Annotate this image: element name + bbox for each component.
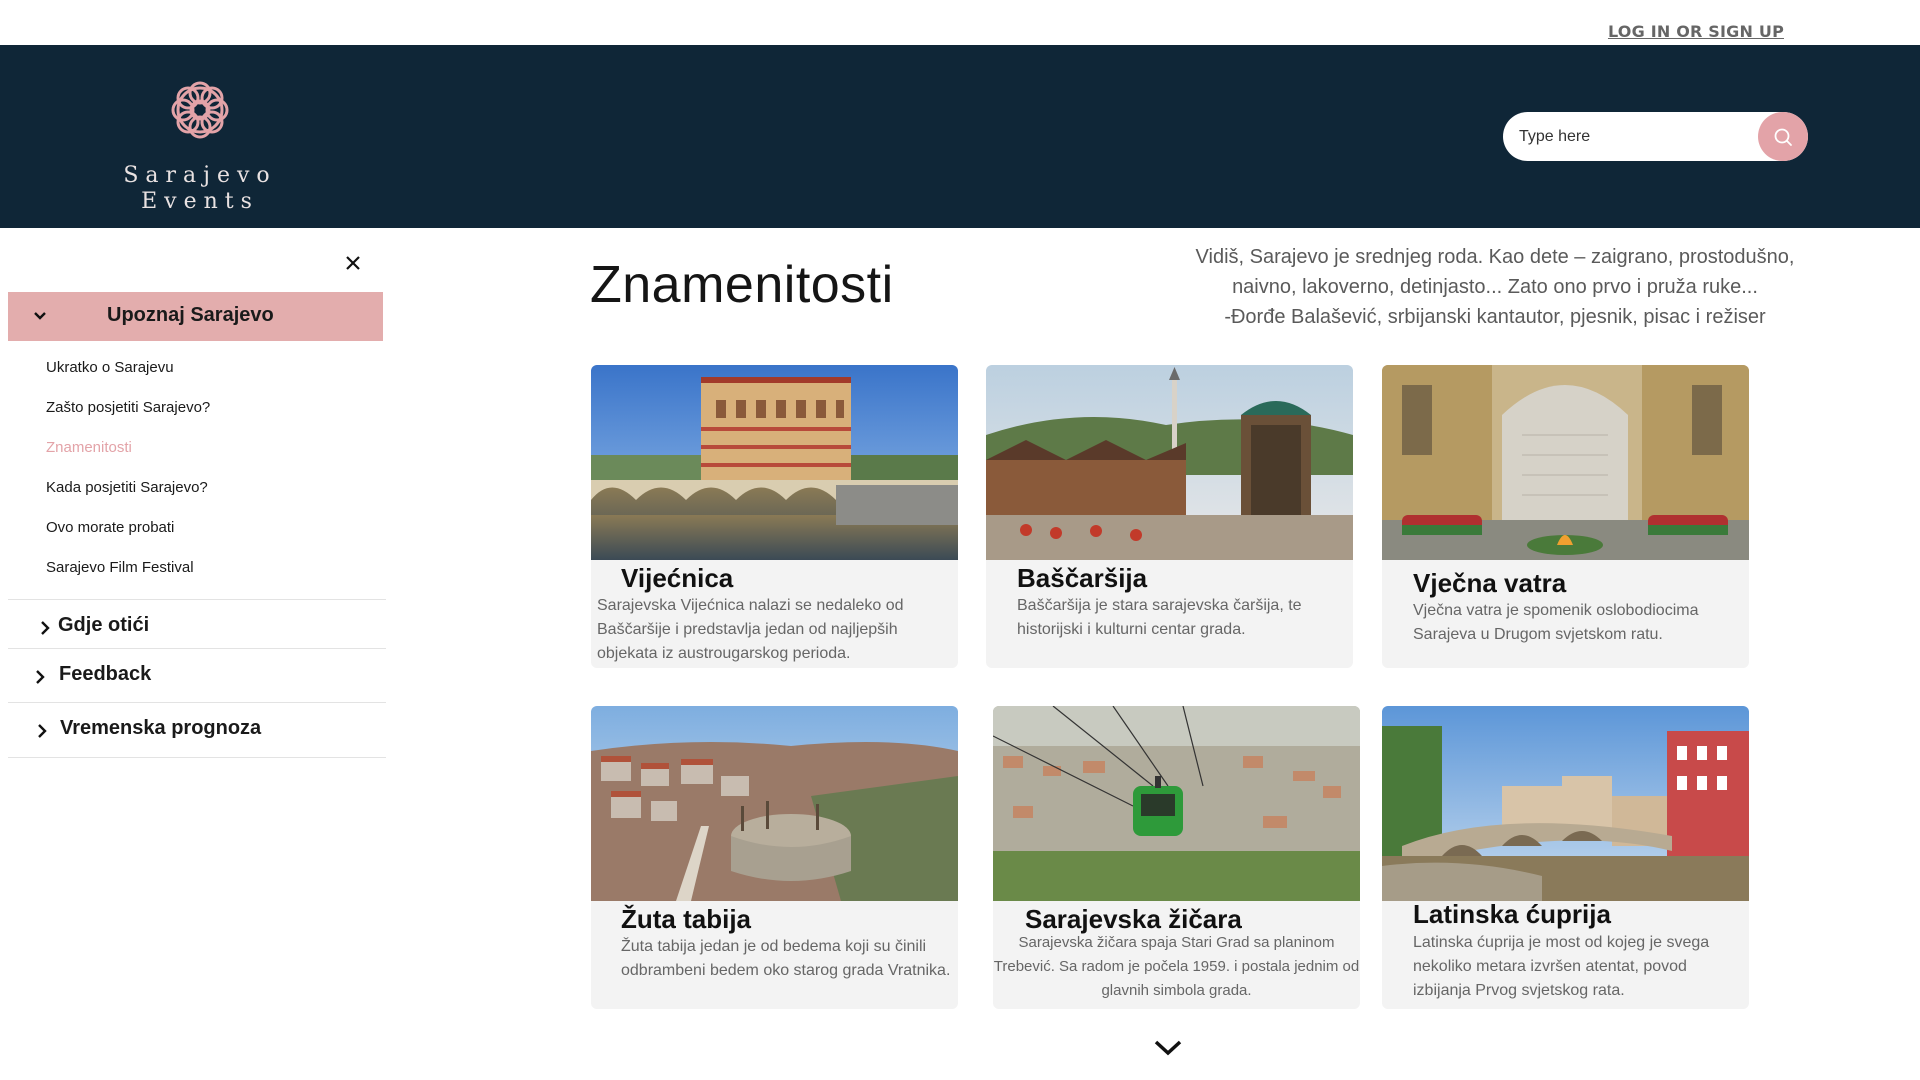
sidebar-section-label: Feedback: [59, 663, 152, 685]
quote-line: Vidiš, Sarajevo je srednjeg roda. Kao de…: [1195, 246, 1795, 268]
sidebar-nav: Upoznaj Sarajevo Ukratko o Sarajevu Zašt…: [8, 228, 386, 1080]
sidebar-divider: [8, 757, 386, 758]
quote-block: Vidiš, Sarajevo je srednjeg roda. Kao de…: [1160, 242, 1830, 332]
sidebar-item-znamenitosti[interactable]: Znamenitosti: [46, 438, 210, 478]
card-zuta-tabija[interactable]: Žuta tabija Žuta tabija jedan je od bede…: [591, 706, 958, 1009]
card-description: Vječna vatra je spomenik oslobodiocima S…: [1413, 602, 1699, 643]
sidebar-section-label: Upoznaj Sarajevo: [107, 304, 274, 326]
fortress-photo: [591, 706, 958, 901]
search-bar: [1503, 112, 1808, 161]
old-bazaar-photo: [986, 365, 1353, 560]
site-header: Sarajevo Events: [0, 45, 1920, 228]
cable-car-photo: [993, 706, 1360, 901]
sidebar-item-film-festival[interactable]: Sarajevo Film Festival: [46, 558, 210, 598]
chevron-down-icon: [34, 312, 46, 320]
sidebar-submenu: Ukratko o Sarajevu Zašto posjetiti Saraj…: [46, 358, 210, 598]
card-description: Sarajevska Vijećnica nalazi se nedaleko …: [597, 597, 904, 662]
city-hall-photo: [591, 365, 958, 560]
top-bar: LOG IN OR SIGN UP: [0, 0, 1920, 45]
sidebar-item-ukratko[interactable]: Ukratko o Sarajevu: [46, 358, 210, 398]
card-title: Baščaršija: [1017, 563, 1148, 593]
logo-line2: Events: [141, 189, 259, 214]
site-logo[interactable]: Sarajevo Events: [55, 63, 345, 215]
close-icon[interactable]: [343, 253, 363, 273]
logo-text: Sarajevo Events: [55, 163, 345, 215]
chevron-right-icon: [38, 724, 47, 738]
card-title: Vječna vatra: [1413, 568, 1567, 598]
chevron-right-icon: [36, 670, 45, 684]
page-title: Znamenitosti: [590, 256, 894, 314]
sidebar-section-label: Gdje otići: [58, 614, 150, 636]
card-latinska-cuprija[interactable]: Latinska ćuprija Latinska ćuprija je mos…: [1382, 706, 1749, 1009]
sidebar-section-gdje-otici[interactable]: Gdje otići: [8, 599, 386, 653]
chevron-down-icon[interactable]: [1152, 1038, 1184, 1058]
search-icon: [1774, 128, 1792, 146]
card-title: Latinska ćuprija: [1413, 899, 1611, 929]
card-bascarsija[interactable]: Baščaršija Baščaršija je stara sarajevsk…: [986, 365, 1353, 668]
card-description: Sarajevska žičara spaja Stari Grad sa pl…: [993, 934, 1360, 999]
card-title: Žuta tabija: [621, 904, 752, 934]
card-description: Latinska ćuprija je most od kojeg je sve…: [1413, 934, 1710, 999]
card-vijecnica[interactable]: Vijećnica Sarajevska Vijećnica nalazi se…: [591, 365, 958, 668]
card-title: Vijećnica: [621, 563, 734, 593]
quote-line: naivno, lakoverno, detinjasto... Zato on…: [1232, 276, 1758, 298]
sidebar-section-label: Vremenska prognoza: [60, 717, 262, 739]
sidebar-item-zasto-posjetiti[interactable]: Zašto posjetiti Sarajevo?: [46, 398, 210, 438]
search-button[interactable]: [1758, 112, 1808, 161]
sidebar-section-feedback[interactable]: Feedback: [8, 648, 386, 702]
card-description: Baščaršija je stara sarajevska čaršija, …: [1017, 597, 1302, 638]
sidebar-section-upoznaj-sarajevo[interactable]: Upoznaj Sarajevo: [8, 292, 383, 341]
card-vjecna-vatra[interactable]: Vječna vatra Vječna vatra je spomenik os…: [1382, 365, 1749, 668]
logo-line1: Sarajevo: [123, 163, 277, 188]
quote-author: -Đorđe Balašević, srbijanski kantautor, …: [1224, 306, 1766, 328]
sidebar-item-ovo-morate-probati[interactable]: Ovo morate probati: [46, 518, 210, 558]
search-input[interactable]: [1519, 124, 1759, 150]
knot-emblem-icon: [171, 81, 229, 139]
card-description: Žuta tabija jedan je od bedema koji su č…: [621, 938, 951, 979]
sidebar-section-vremenska-prognoza[interactable]: Vremenska prognoza: [8, 702, 386, 756]
login-signup-link[interactable]: LOG IN OR SIGN UP: [1608, 22, 1784, 41]
eternal-flame-photo: [1382, 365, 1749, 560]
sidebar-item-kada-posjetiti[interactable]: Kada posjetiti Sarajevo?: [46, 478, 210, 518]
chevron-right-icon: [41, 621, 50, 635]
latin-bridge-photo: [1382, 706, 1749, 901]
card-sarajevska-zicara[interactable]: Sarajevska žičara Sarajevska žičara spaj…: [993, 706, 1360, 1009]
